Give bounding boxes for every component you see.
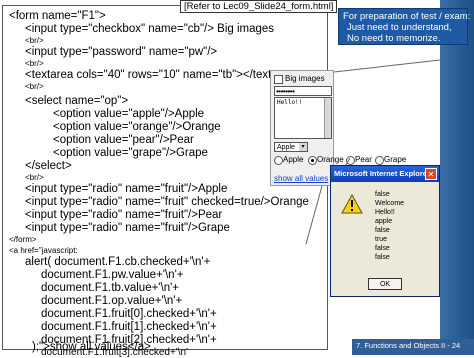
dialog-line: false	[375, 227, 390, 234]
ok-button[interactable]: OK	[368, 278, 402, 290]
dialog-line: Welcome	[375, 200, 405, 207]
alert-dialog: Microsoft Internet Explorer ✕ false Welc…	[330, 165, 440, 297]
dialog-line: apple	[375, 218, 393, 225]
dialog-line: Hello!!	[375, 209, 395, 216]
dialog-title: Microsoft Internet Explorer	[334, 169, 430, 178]
code-line: );">show all values</a>	[32, 341, 151, 353]
dialog-line: false	[375, 254, 390, 261]
dialog-line: false	[375, 191, 390, 198]
dialog-line: true	[375, 236, 388, 243]
dialog-line: false	[375, 245, 390, 252]
warning-icon	[341, 194, 363, 214]
dialog-titlebar: Microsoft Internet Explorer ✕	[331, 166, 439, 182]
close-icon[interactable]: ✕	[425, 168, 437, 180]
